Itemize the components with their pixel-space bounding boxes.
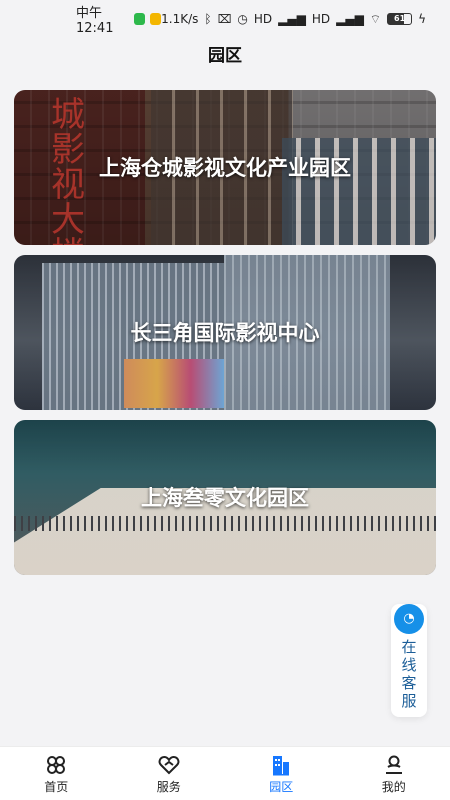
charging-icon: ϟ [418, 12, 426, 26]
status-right: 1.1K/s ᛒ ⌧ ◷ HD ▂▄▆ HD ▂▄▆ ⌔ 61 ϟ [161, 12, 426, 27]
service-icon [158, 755, 180, 775]
online-service-button[interactable]: ◔ 在线客服 [391, 604, 427, 717]
park-title: 上海叁零文化园区 [141, 485, 309, 510]
battery-indicator: 61 [387, 13, 413, 25]
tab-profile-label: 我的 [381, 780, 406, 794]
page-title: 园区 [208, 46, 242, 66]
tab-home[interactable]: 首页 [0, 747, 113, 800]
status-left: 中午12:41 [76, 2, 162, 36]
signal-label-1: HD [253, 12, 273, 26]
profile-icon [385, 755, 402, 774]
park-title: 长三角国际影视中心 [130, 320, 320, 345]
park-card-sanling[interactable]: 上海叁零文化园区 [14, 420, 436, 575]
mute-icon: ⌧ [217, 12, 232, 26]
chat-app-icon [134, 13, 146, 25]
status-bar: 中午12:41 1.1K/s ᛒ ⌧ ◷ HD ▂▄▆ HD ▂▄▆ ⌔ 61 … [0, 0, 450, 38]
park-title: 上海仓城影视文化产业园区 [99, 155, 351, 180]
mail-app-icon [150, 13, 162, 25]
alarm-icon: ◷ [237, 12, 248, 26]
bluetooth-icon: ᛒ [204, 12, 212, 26]
headset-icon: ◔ [394, 604, 424, 634]
balcony-railing-graphic [14, 516, 436, 531]
park-card-yangtze[interactable]: 长三角国际影视中心 [14, 255, 436, 410]
park-icon [273, 756, 290, 776]
signal-label-2: HD [311, 12, 331, 26]
park-card-cangcheng[interactable]: 城影视大楼 上海仓城影视文化产业园区 [14, 90, 436, 245]
tab-home-label: 首页 [44, 780, 69, 794]
tab-park[interactable]: 园区 [225, 747, 338, 800]
signal-icon-1: ▂▄▆ [278, 12, 306, 26]
network-speed: 1.1K/s [161, 12, 199, 26]
park-list: 城影视大楼 上海仓城影视文化产业园区 长三角国际影视中心 上海叁零文化园区 [14, 90, 436, 585]
bottom-tab-bar: 首页 服务 园区 我的 [0, 746, 450, 800]
tab-profile[interactable]: 我的 [338, 747, 450, 800]
tab-service[interactable]: 服务 [113, 747, 226, 800]
signal-icon-2: ▂▄▆ [336, 12, 364, 26]
online-service-label: 在线客服 [401, 638, 417, 710]
tab-park-label: 园区 [269, 780, 294, 794]
home-icon [47, 756, 66, 774]
status-time: 中午12:41 [76, 6, 114, 36]
wifi-icon: ⌔ [369, 11, 382, 26]
poster-graphic [124, 359, 224, 408]
tab-service-label: 服务 [156, 780, 181, 794]
